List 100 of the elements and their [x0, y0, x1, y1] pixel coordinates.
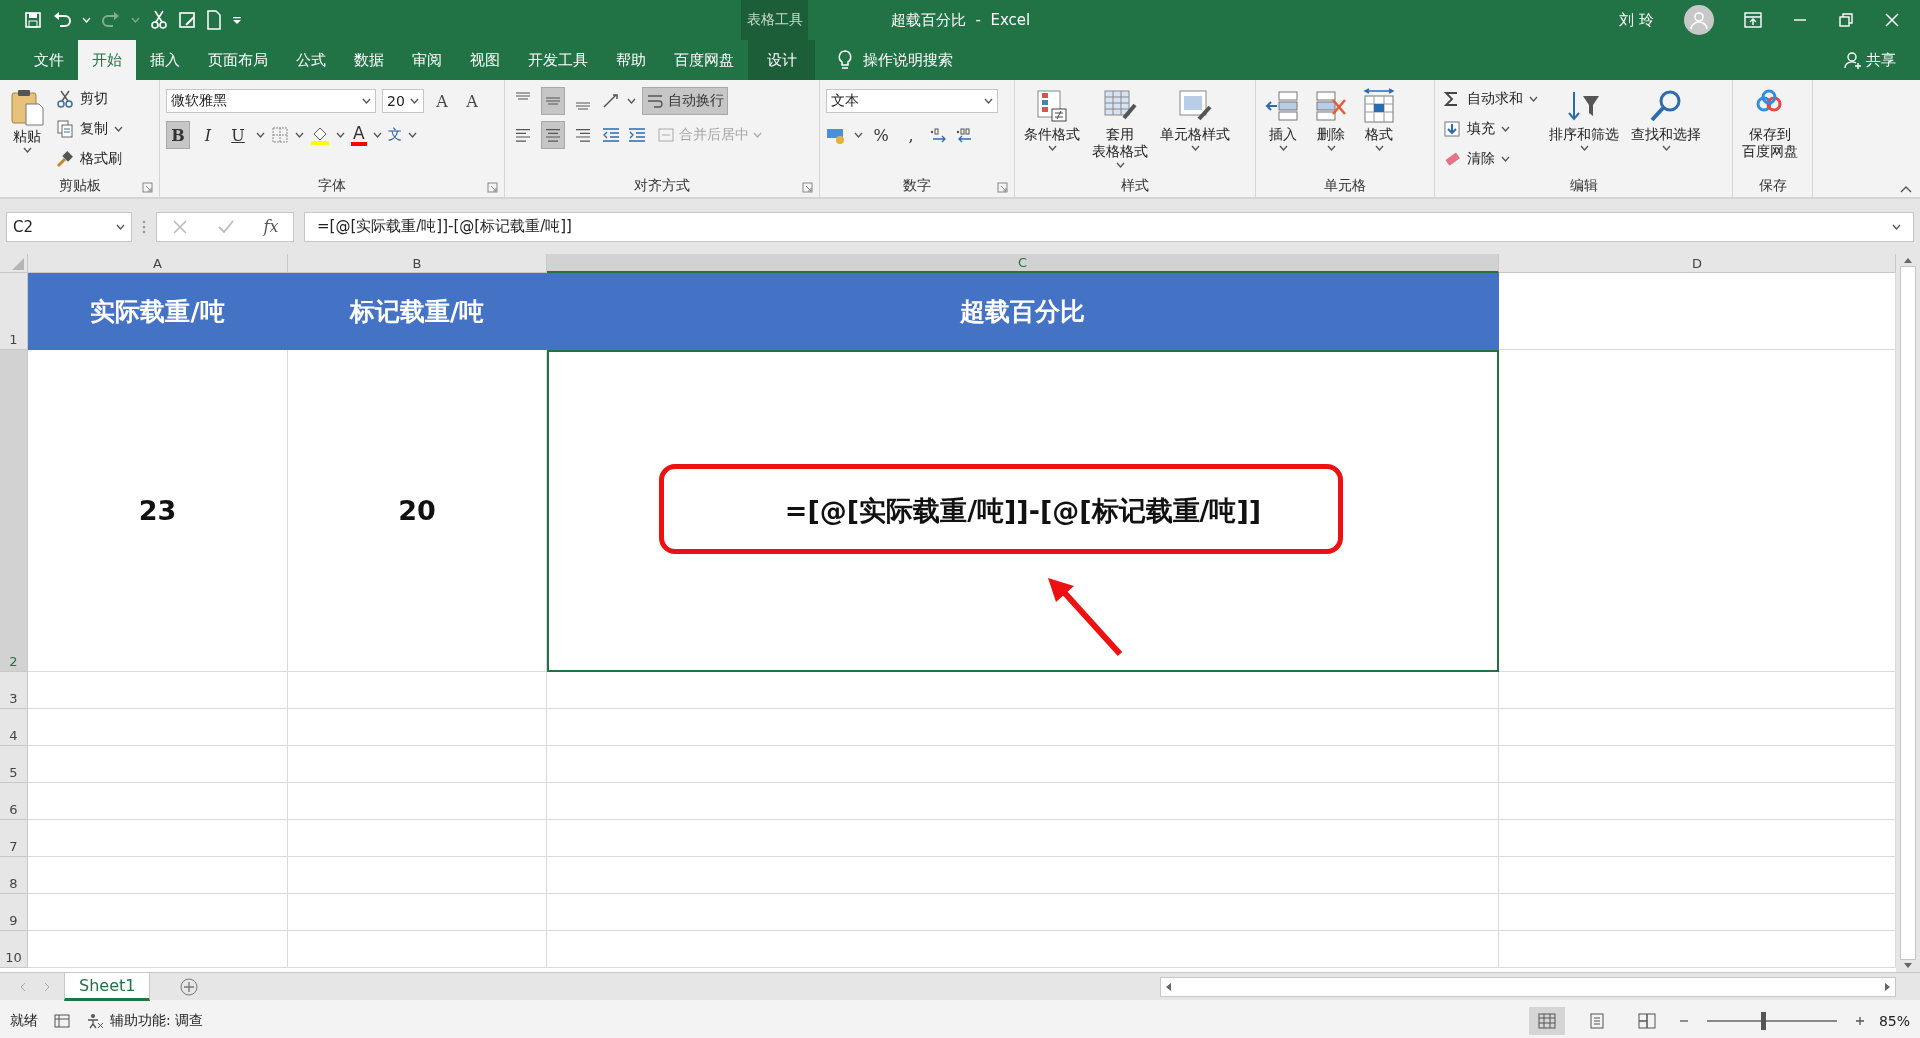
caret-icon[interactable]	[1190, 145, 1200, 151]
scissors-icon[interactable]	[150, 10, 168, 30]
ribbon-tab[interactable]: 数据	[340, 40, 398, 80]
cancel-icon[interactable]	[171, 218, 188, 235]
caret-icon[interactable]	[116, 223, 125, 230]
align-center-button[interactable]	[541, 121, 565, 149]
empty-cell[interactable]	[288, 672, 547, 709]
add-sheet-icon[interactable]	[180, 977, 199, 996]
ribbon-tab[interactable]: 开发工具	[514, 40, 602, 80]
row-header[interactable]: 1	[0, 273, 28, 350]
caret-icon[interactable]	[372, 132, 382, 138]
row-header[interactable]: 10	[0, 931, 28, 968]
ribbon-button[interactable]: 剪切	[54, 86, 125, 112]
ribbon-button[interactable]: 排序和筛选	[1546, 86, 1622, 175]
share-person-icon[interactable]	[1844, 51, 1862, 69]
table-header-cell[interactable]: 超载百分比	[547, 273, 1499, 350]
empty-cell[interactable]	[1499, 894, 1896, 931]
scroll-up-icon[interactable]	[1903, 256, 1913, 264]
row-header[interactable]: 2	[0, 350, 28, 672]
ribbon-tab[interactable]: 插入	[136, 40, 194, 80]
ribbon-button[interactable]: 单元格样式	[1157, 86, 1233, 175]
ribbon-button[interactable]: 自动求和	[1441, 86, 1540, 112]
empty-cell[interactable]	[547, 857, 1499, 894]
caret-icon[interactable]	[1579, 145, 1589, 151]
scroll-left-icon[interactable]	[1164, 981, 1172, 992]
caret-icon[interactable]	[627, 98, 636, 104]
dialog-launcher-icon[interactable]	[997, 182, 1008, 193]
ribbon-button[interactable]: 清除	[1441, 146, 1540, 172]
grow-font-button[interactable]: A	[430, 87, 454, 115]
italic-button[interactable]: I	[196, 121, 220, 149]
ribbon-display-icon[interactable]	[1744, 12, 1762, 28]
caret-icon[interactable]	[336, 132, 345, 138]
table-cell[interactable]: 20	[288, 350, 547, 672]
grip-icon[interactable]	[142, 218, 146, 235]
caret-icon[interactable]	[1501, 126, 1510, 132]
ribbon-tab[interactable]: 文件	[20, 40, 78, 80]
normal-view-button[interactable]	[1528, 1006, 1565, 1035]
row-header[interactable]: 5	[0, 746, 28, 783]
caret-icon[interactable]	[1115, 162, 1125, 168]
name-box[interactable]: C2	[6, 211, 132, 242]
row-header[interactable]: 9	[0, 894, 28, 931]
zoom-in-icon[interactable]	[1854, 1015, 1865, 1026]
undo-icon[interactable]	[52, 11, 72, 29]
caret-icon[interactable]	[1892, 223, 1901, 230]
ribbon-button[interactable]: 保存到 百度网盘	[1739, 86, 1801, 175]
row-header[interactable]: 7	[0, 820, 28, 857]
row-header[interactable]: 6	[0, 783, 28, 820]
ribbon-button[interactable]: 删除	[1310, 86, 1352, 175]
column-header[interactable]: A	[28, 254, 288, 273]
empty-cell[interactable]	[288, 783, 547, 820]
align-middle-button[interactable]	[541, 87, 565, 115]
table-header-cell[interactable]: 标记载重/吨	[288, 273, 547, 350]
paste-button[interactable]: 粘贴	[6, 86, 48, 175]
caret-icon[interactable]	[984, 98, 993, 104]
enter-check-icon[interactable]	[216, 218, 235, 235]
fill-color-icon[interactable]	[310, 125, 330, 145]
tell-me-search[interactable]: 操作说明搜索	[863, 50, 953, 70]
empty-cell[interactable]	[1499, 931, 1896, 968]
font-name-field[interactable]: 微软雅黑	[166, 89, 376, 113]
bold-button[interactable]: B	[166, 121, 190, 149]
caret-icon[interactable]	[407, 132, 417, 138]
ribbon-tab[interactable]: 公式	[282, 40, 340, 80]
empty-cell[interactable]	[547, 672, 1499, 709]
scroll-down-icon[interactable]	[1903, 962, 1913, 970]
empty-cell[interactable]	[288, 894, 547, 931]
table-cell[interactable]: 23	[28, 350, 288, 672]
empty-cell[interactable]	[547, 820, 1499, 857]
caret-icon[interactable]	[1278, 145, 1288, 151]
accessibility-status[interactable]: 辅助功能: 调查	[110, 1011, 204, 1030]
avatar[interactable]	[1684, 5, 1714, 35]
caret-icon[interactable]	[1374, 145, 1384, 151]
customize-icon[interactable]	[232, 15, 242, 25]
empty-cell[interactable]	[288, 709, 547, 746]
font-color-button[interactable]: A	[351, 124, 367, 146]
caret-icon[interactable]	[1047, 145, 1057, 151]
scroll-right-icon[interactable]	[1884, 981, 1892, 992]
empty-cell[interactable]	[1499, 709, 1896, 746]
caret-icon[interactable]	[410, 98, 419, 104]
dialog-launcher-icon[interactable]	[142, 182, 153, 193]
percent-button[interactable]: %	[869, 121, 893, 149]
column-header[interactable]: C	[547, 254, 1499, 273]
border-icon[interactable]	[271, 126, 289, 144]
slider-thumb[interactable]	[1761, 1011, 1767, 1030]
table-cell[interactable]: =[@[实际载重/吨]]-[@[标记载重/吨]]	[547, 350, 1499, 672]
ribbon-button[interactable]: 套用 表格格式	[1089, 86, 1151, 175]
formula-input[interactable]: =[@[实际载重/吨]]-[@[标记载重/吨]]	[304, 211, 1914, 242]
empty-cell[interactable]	[1499, 672, 1896, 709]
empty-cell[interactable]	[288, 857, 547, 894]
ribbon-tab[interactable]: 设计	[748, 40, 815, 80]
comma-style-button[interactable]: ,	[899, 121, 923, 149]
share-button[interactable]: 共享	[1866, 50, 1896, 70]
table-header-cell[interactable]: 实际载重/吨	[28, 273, 288, 350]
dialog-launcher-icon[interactable]	[802, 182, 813, 193]
close-icon[interactable]	[1884, 12, 1900, 28]
insert-function-button[interactable]: fx	[263, 217, 279, 236]
ribbon-tab[interactable]: 视图	[456, 40, 514, 80]
ribbon-tab[interactable]: 帮助	[602, 40, 660, 80]
accessibility-icon[interactable]	[86, 1012, 104, 1029]
empty-cell[interactable]	[288, 746, 547, 783]
ribbon-button[interactable]: 条件格式	[1021, 86, 1083, 175]
